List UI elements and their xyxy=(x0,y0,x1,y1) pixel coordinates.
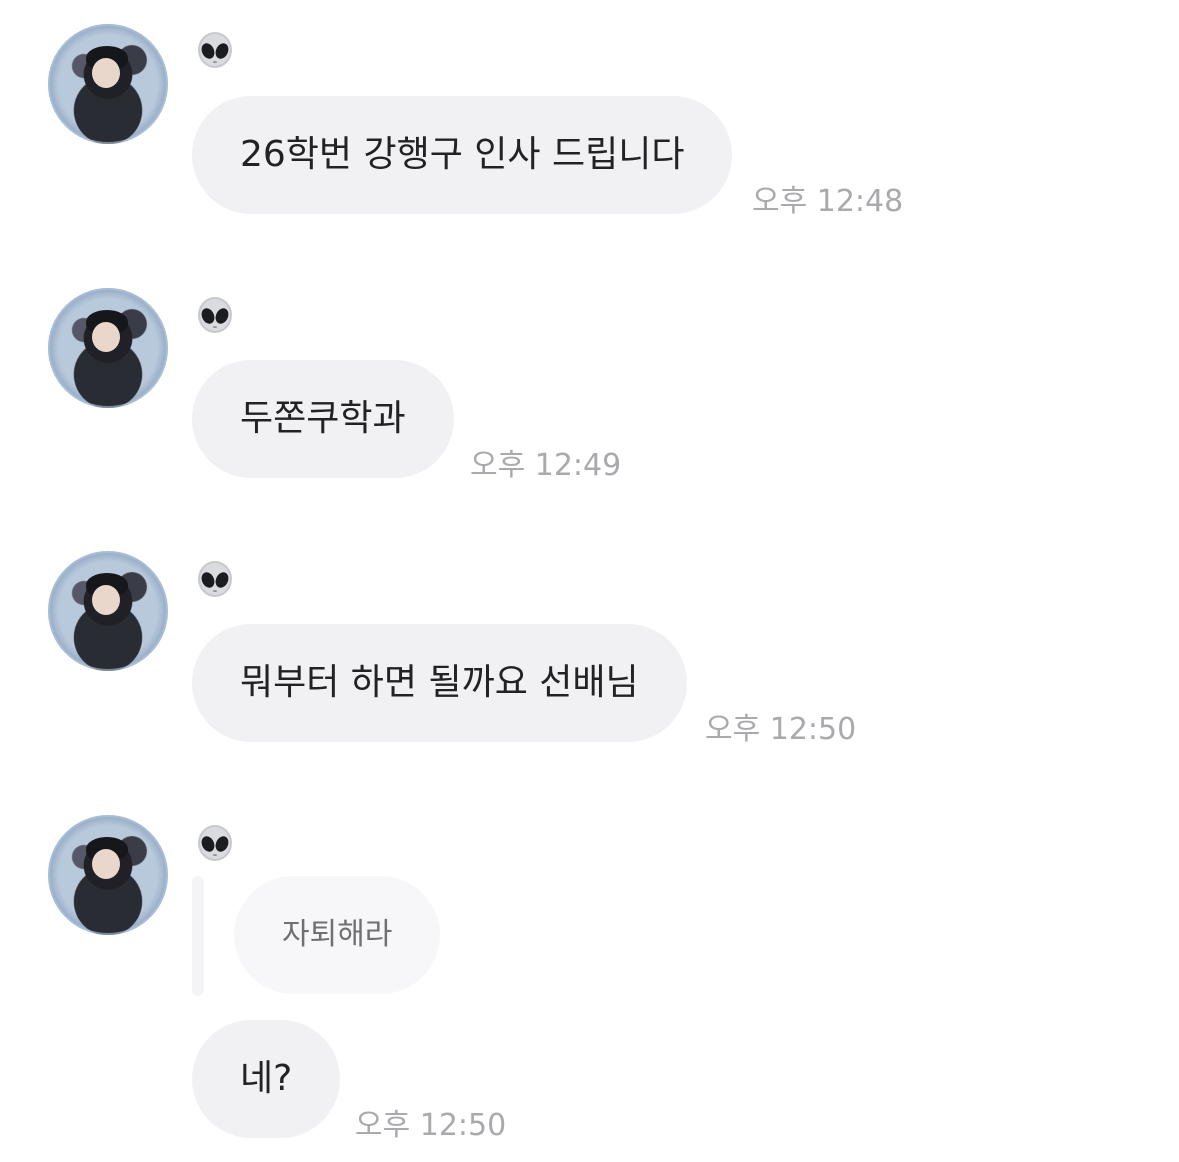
quoted-message[interactable]: 자퇴해라 xyxy=(234,876,441,994)
sender-avatar[interactable] xyxy=(48,24,168,144)
message-bubble[interactable]: 26학번 강행구 인사 드립니다 xyxy=(192,96,733,214)
message-bubble[interactable]: 네? xyxy=(192,1020,341,1138)
alien-emoji-icon xyxy=(198,561,232,597)
alien-emoji-icon xyxy=(198,297,232,333)
avatar-face xyxy=(92,58,120,88)
message-bubble[interactable]: 뭐부터 하면 될까요 선배님 xyxy=(192,624,687,742)
message-timestamp: 오후 12:50 xyxy=(705,712,857,747)
alien-emoji-icon xyxy=(198,32,232,68)
sender-avatar[interactable] xyxy=(48,551,168,671)
avatar-face xyxy=(92,585,120,615)
message-timestamp: 오후 12:48 xyxy=(752,184,904,219)
quote-indicator-bar xyxy=(192,876,204,996)
message-timestamp: 오후 12:50 xyxy=(355,1108,507,1143)
message-bubble[interactable]: 두쫀쿠학과 xyxy=(192,360,454,478)
avatar-face xyxy=(92,322,120,352)
alien-emoji-icon xyxy=(198,825,232,861)
message-timestamp: 오후 12:49 xyxy=(470,448,622,483)
sender-avatar[interactable] xyxy=(48,288,168,408)
avatar-face xyxy=(92,849,120,879)
sender-avatar[interactable] xyxy=(48,815,168,935)
